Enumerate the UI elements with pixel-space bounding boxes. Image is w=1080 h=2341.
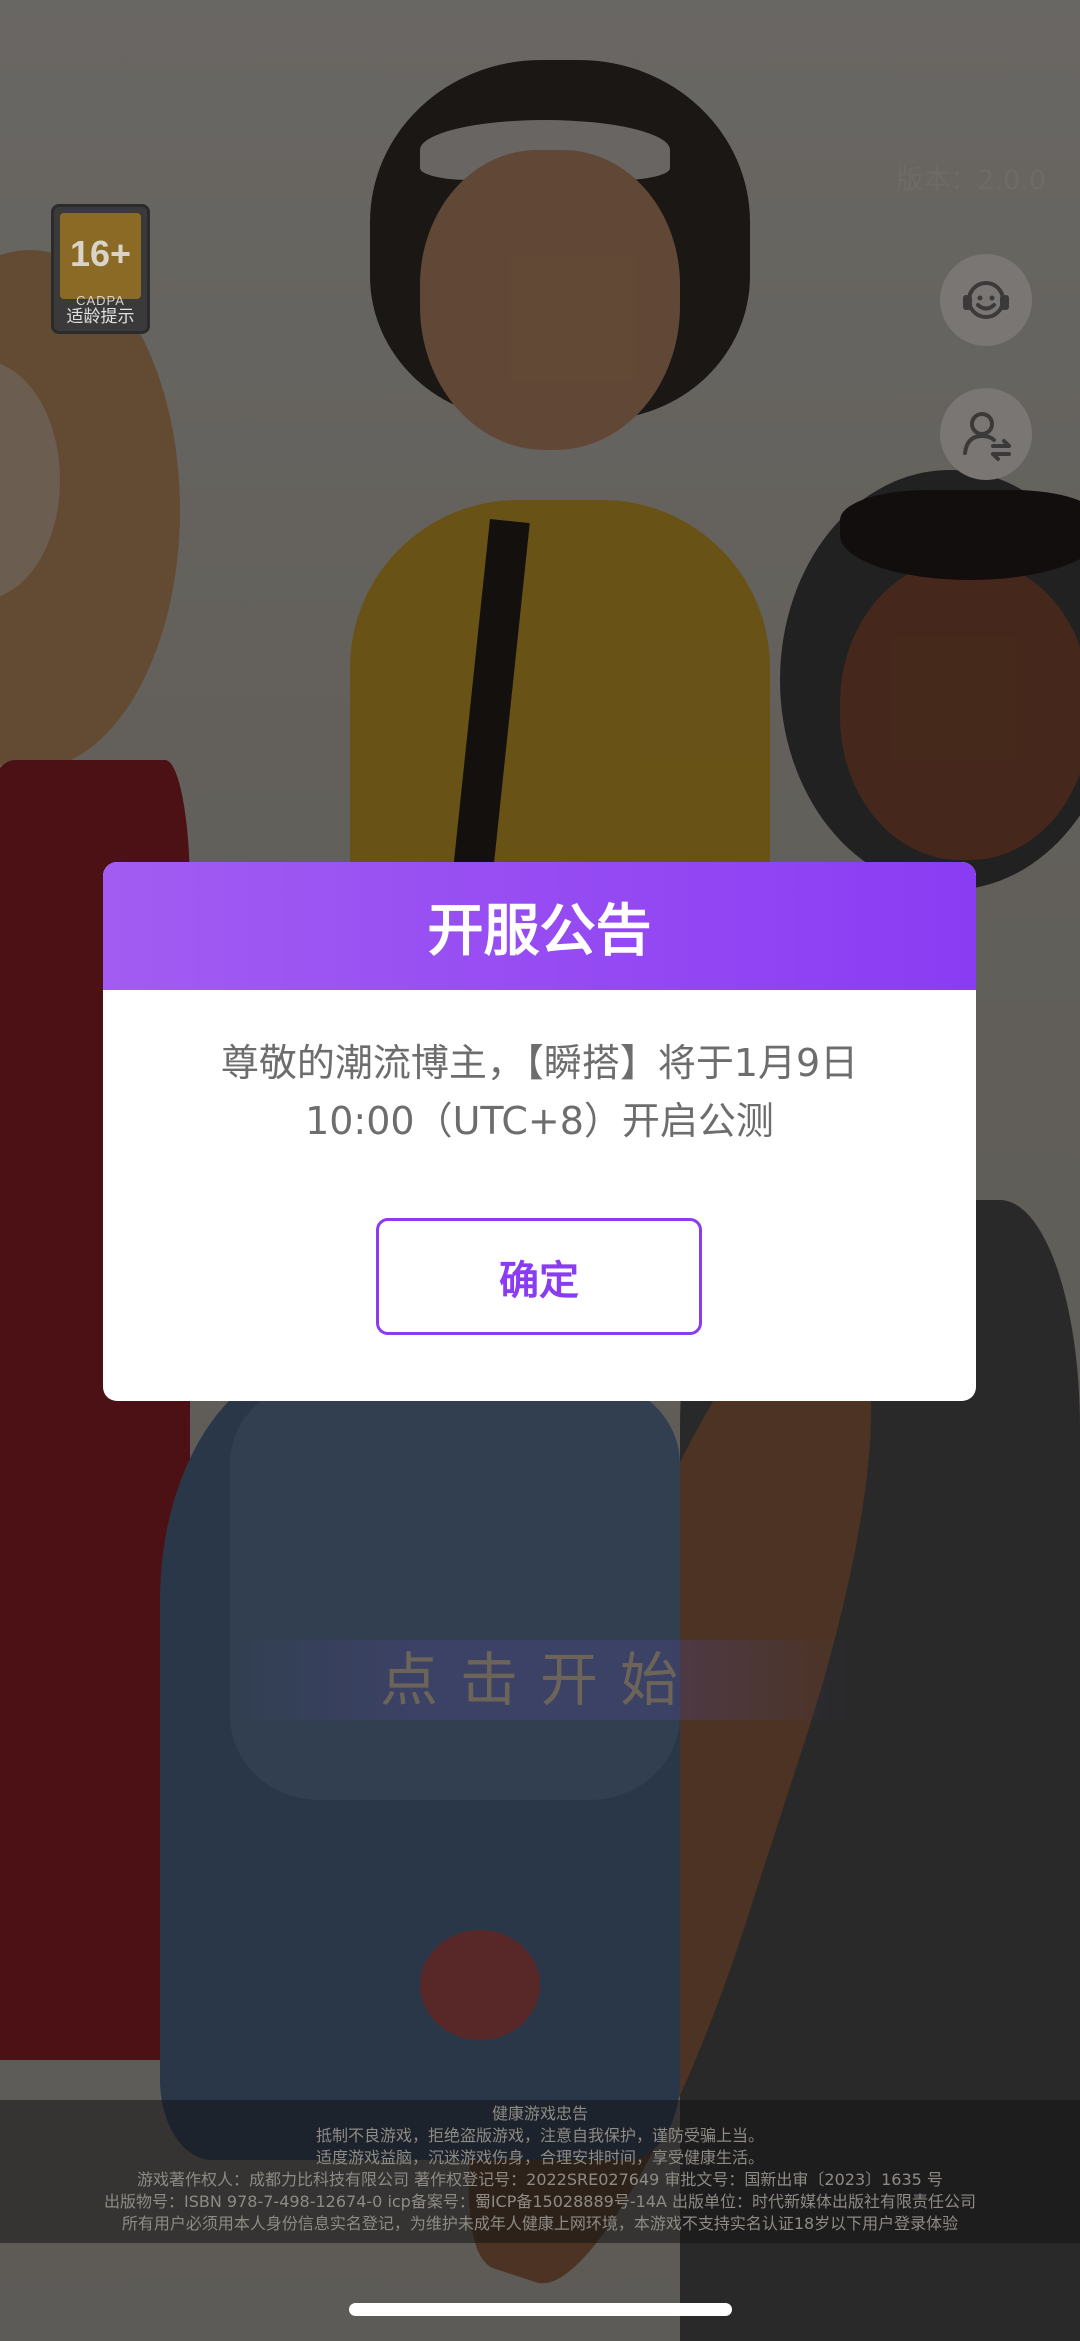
tap-to-start-label[interactable]: 点击开始 (230, 1640, 850, 1720)
real-name-notice-line: 所有用户必须用本人身份信息实名登记，为维护未成年人健康上网环境，本游戏不支持实名… (121, 2214, 959, 2233)
age-rating-number: 16+ (69, 233, 132, 274)
dialog-message-line: 尊敬的潮流博主，【瞬搭】将于1月9日 (220, 1041, 859, 1085)
switch-account-icon (963, 412, 1011, 461)
dialog-message-line: 10:00（UTC+8）开启公测 (305, 1099, 774, 1143)
dialog-message: 尊敬的潮流博主，【瞬搭】将于1月9日 10:00（UTC+8）开启公测 (103, 990, 976, 1150)
server-announcement-dialog: 开服公告 尊敬的潮流博主，【瞬搭】将于1月9日 10:00（UTC+8）开启公测… (103, 862, 976, 1401)
customer-service-icon (963, 281, 1009, 319)
publication-line: 出版物号：ISBN 978-7-498-12674-0 icp备案号：蜀ICP备… (104, 2192, 976, 2211)
dialog-title: 开服公告 (427, 898, 652, 964)
health-notice-title: 健康游戏忠告 (491, 2104, 588, 2123)
age-rating-label: 适龄提示 (66, 307, 135, 327)
home-indicator[interactable] (349, 2303, 732, 2316)
version-label: 版本：2.0.0 (896, 165, 1046, 196)
health-notice-footer: 健康游戏忠告 抵制不良游戏，拒绝盗版游戏，注意自我保护，谨防受骗上当。 适度游戏… (0, 2100, 1080, 2243)
age-rating-tile: 16+ CADPA (60, 213, 141, 308)
confirm-button[interactable]: 确定 (376, 1218, 702, 1335)
customer-service-button[interactable] (940, 254, 1032, 346)
health-notice-line: 抵制不良游戏，拒绝盗版游戏，注意自我保护，谨防受骗上当。 (315, 2126, 764, 2145)
dialog-header: 开服公告 (103, 862, 976, 990)
health-notice-line: 适度游戏益脑，沉迷游戏伤身，合理安排时间，享受健康生活。 (315, 2148, 764, 2167)
age-rating-badge[interactable]: 16+ CADPA 适龄提示 (51, 204, 150, 334)
switch-account-button[interactable] (940, 388, 1032, 480)
copyright-line: 游戏著作权人：成都力比科技有限公司 著作权登记号：2022SRE027649 审… (137, 2170, 943, 2189)
